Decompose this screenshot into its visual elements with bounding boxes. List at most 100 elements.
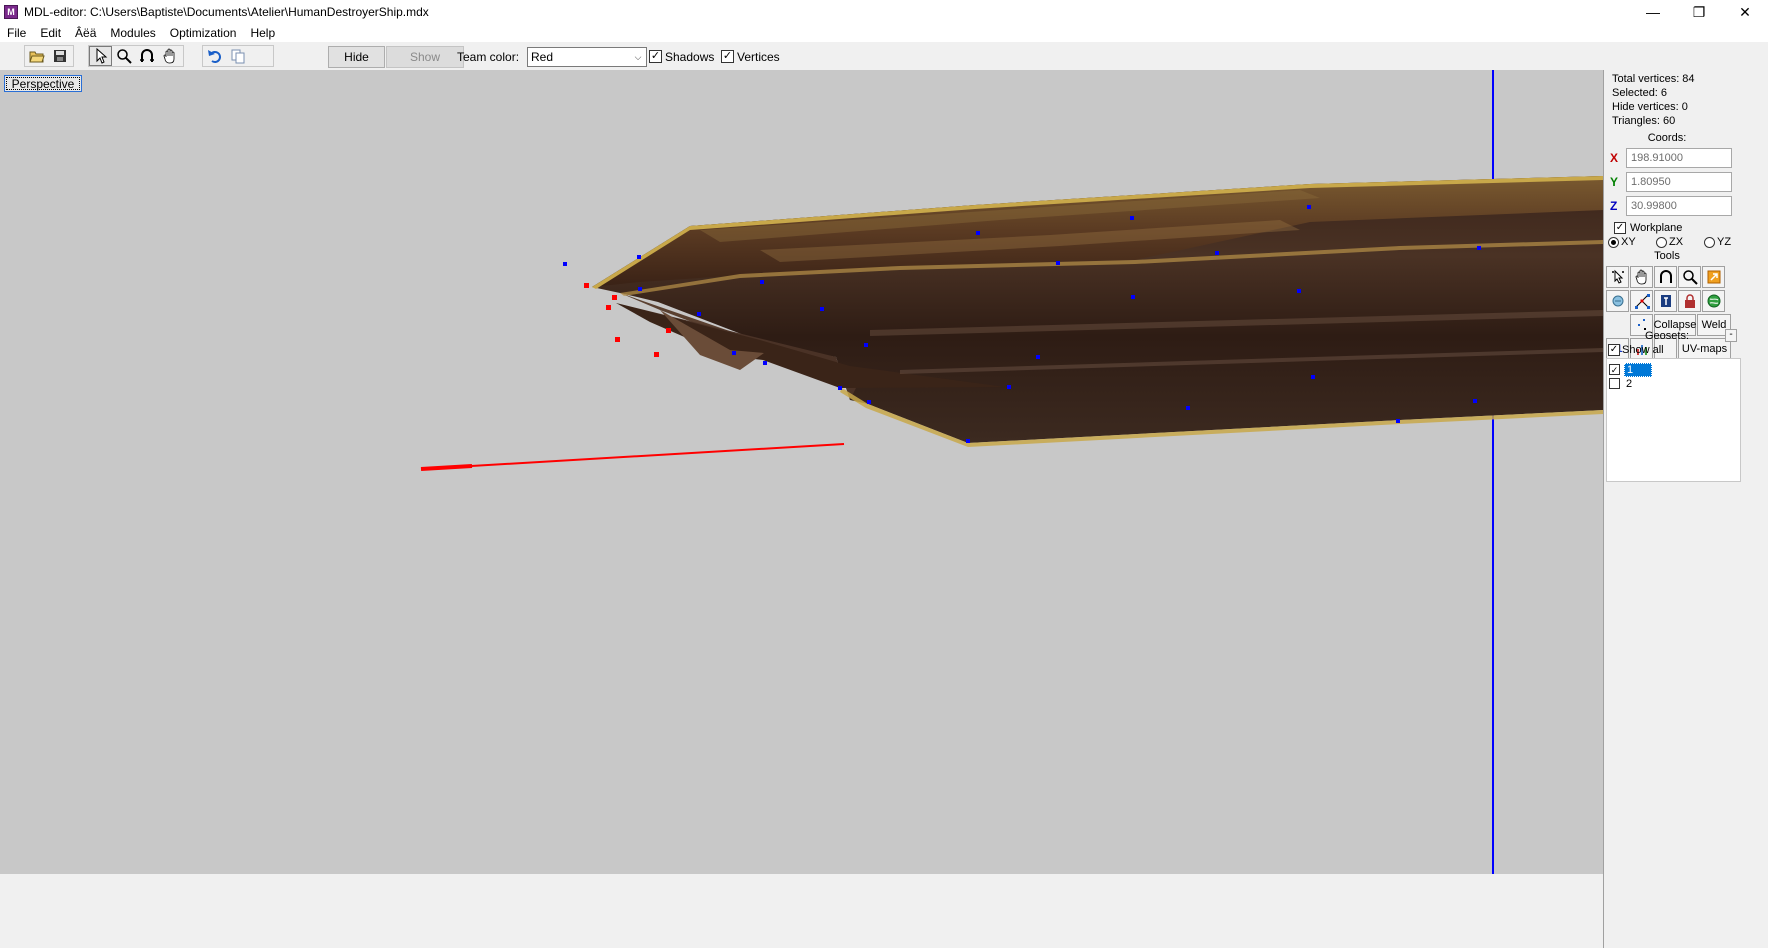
- chevron-down-icon: ⌵: [634, 52, 642, 62]
- rotate-tool-button[interactable]: [135, 46, 158, 66]
- select-tool-button[interactable]: [89, 46, 112, 66]
- workplane-checkbox[interactable]: ✓: [1614, 222, 1626, 234]
- hide-vertices: Hide vertices: 0: [1612, 101, 1688, 113]
- z-coord-input[interactable]: [1626, 196, 1732, 216]
- normal-line-base: [420, 464, 473, 471]
- copy-icon: [231, 49, 244, 64]
- geoset-checkbox[interactable]: [1609, 378, 1620, 389]
- lock-icon: [1684, 294, 1695, 308]
- plane-yz-radio[interactable]: [1704, 237, 1715, 248]
- menu-view[interactable]: Âëä: [68, 24, 103, 42]
- geosets-minimize-button[interactable]: -: [1725, 329, 1737, 342]
- split-vertex-button[interactable]: [1630, 290, 1653, 312]
- window-controls: — ❐ ✕: [1630, 0, 1768, 24]
- undo-button[interactable]: [203, 46, 226, 66]
- model-stats: Total vertices: 84 Selected: 6 Hide vert…: [1612, 72, 1695, 128]
- shadows-checkbox[interactable]: ✓: [649, 50, 662, 63]
- trash-icon: [1660, 295, 1671, 307]
- globe-icon: [1707, 294, 1720, 308]
- team-color-value: Red: [531, 50, 554, 64]
- rotate-icon: [139, 49, 154, 62]
- show-all-label: Show all: [1622, 344, 1664, 356]
- team-color-select[interactable]: Red ⌵: [527, 47, 647, 67]
- normals-button[interactable]: [1702, 290, 1725, 312]
- plane-zx-label: ZX: [1669, 236, 1684, 248]
- workplane-label: Workplane: [1630, 222, 1683, 234]
- zoom-icon: [116, 49, 132, 64]
- y-coord-row: Y: [1610, 172, 1736, 192]
- vertices-checkbox[interactable]: ✓: [721, 50, 734, 63]
- show-all-checkbox[interactable]: ✓: [1608, 344, 1620, 356]
- model-scene[interactable]: [0, 70, 1603, 874]
- edit-tools-group: [202, 45, 274, 67]
- detach-button[interactable]: [1606, 290, 1629, 312]
- pan-tool-button[interactable]: [158, 46, 181, 66]
- geoset-checkbox[interactable]: ✓: [1609, 364, 1620, 375]
- save-button[interactable]: [48, 46, 71, 66]
- tools-label: Tools: [1654, 250, 1680, 262]
- extrude-icon: [1707, 270, 1720, 284]
- geoset-label[interactable]: 2: [1624, 378, 1634, 390]
- save-icon: [53, 50, 66, 62]
- properties-panel: Total vertices: 84 Selected: 6 Hide vert…: [1603, 70, 1768, 948]
- rotate-icon: [1659, 270, 1672, 283]
- plane-yz-label: YZ: [1717, 236, 1732, 248]
- app-window: M MDL-editor: C:\Users\Baptiste\Document…: [0, 0, 1768, 948]
- normal-line: [420, 443, 845, 470]
- y-coord-input[interactable]: [1626, 172, 1732, 192]
- x-coord-row: X: [1610, 148, 1736, 168]
- file-tools-group: [24, 45, 74, 67]
- hide-button[interactable]: Hide: [328, 46, 385, 68]
- geoset-item[interactable]: 2: [1609, 377, 1634, 390]
- title-bar: M MDL-editor: C:\Users\Baptiste\Document…: [0, 0, 1768, 24]
- pan-hand-icon: [1635, 269, 1646, 285]
- show-button[interactable]: Show: [386, 46, 464, 68]
- select-vertex-button[interactable]: [1606, 266, 1629, 288]
- total-vertices: Total vertices: 84: [1612, 73, 1695, 85]
- geoset-list: ✓ 1 2: [1606, 358, 1741, 482]
- geosets-label: Geosets:: [1644, 330, 1690, 342]
- coords-label: Coords:: [1647, 132, 1687, 144]
- close-button[interactable]: ✕: [1722, 0, 1768, 24]
- x-axis-label: X: [1610, 151, 1619, 165]
- menu-file[interactable]: File: [0, 24, 33, 42]
- shadows-label: Shadows: [665, 50, 715, 64]
- pan-hand-icon: [163, 48, 174, 64]
- extrude-button[interactable]: [1702, 266, 1725, 288]
- copy-button[interactable]: [226, 46, 249, 66]
- open-button[interactable]: [25, 46, 48, 66]
- move-hand-button[interactable]: [1630, 266, 1653, 288]
- select-vertex-icon: [1611, 269, 1624, 284]
- zoom-icon: [1682, 270, 1698, 285]
- z-coord-row: Z: [1610, 196, 1736, 216]
- plane-zx-radio[interactable]: [1656, 237, 1667, 248]
- scale-button[interactable]: [1678, 266, 1701, 288]
- menu-modules[interactable]: Modules: [103, 24, 162, 42]
- menu-optimization[interactable]: Optimization: [163, 24, 244, 42]
- z-axis-label: Z: [1610, 199, 1618, 213]
- menu-help[interactable]: Help: [243, 24, 282, 42]
- perspective-button[interactable]: Perspective: [4, 75, 82, 92]
- open-icon: [28, 51, 45, 63]
- detach-icon: [1612, 295, 1623, 307]
- checkmark-icon: ✓: [650, 50, 661, 62]
- triangles-count: Triangles: 60: [1612, 115, 1676, 127]
- geoset-label[interactable]: 1: [1624, 362, 1652, 377]
- team-color-label: Team color:: [457, 50, 520, 64]
- zoom-tool-button[interactable]: [112, 46, 135, 66]
- minimize-button[interactable]: —: [1630, 0, 1676, 24]
- rotate-button[interactable]: [1654, 266, 1677, 288]
- selected-count: Selected: 6: [1612, 87, 1668, 99]
- menu-edit[interactable]: Edit: [33, 24, 68, 42]
- y-axis-label: Y: [1610, 175, 1619, 189]
- plane-xy-radio[interactable]: [1608, 237, 1619, 248]
- maximize-button[interactable]: ❐: [1676, 0, 1722, 24]
- menu-bar: File Edit Âëä Modules Optimization Help: [0, 24, 1768, 42]
- geoset-item[interactable]: ✓ 1: [1609, 362, 1652, 377]
- 3d-viewport[interactable]: Perspective: [0, 70, 1603, 874]
- status-area: [0, 874, 1603, 948]
- lock-button[interactable]: [1678, 290, 1701, 312]
- x-coord-input[interactable]: [1626, 148, 1732, 168]
- delete-button[interactable]: [1654, 290, 1677, 312]
- navigation-tools-group: [88, 45, 184, 67]
